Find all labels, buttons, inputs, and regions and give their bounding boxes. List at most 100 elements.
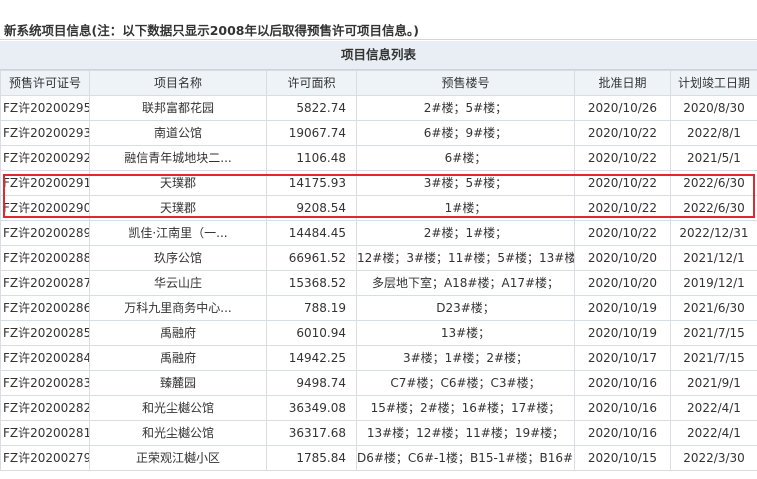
- page-header: 新系统项目信息(注：以下数据只显示2008年以后取得预售许可项目信息。): [0, 0, 757, 40]
- cell-permit-area: 36349.08: [266, 395, 357, 421]
- cell-project-name[interactable]: 正荣观江樾小区: [89, 445, 267, 471]
- cell-completion-date: 2022/8/1: [670, 120, 757, 146]
- cell-approval-date: 2020/10/22: [574, 170, 671, 196]
- cell-approval-date: 2020/10/20: [574, 245, 671, 271]
- cell-approval-date: 2020/10/15: [574, 445, 671, 471]
- table-row[interactable]: FZ许20200290 天璞郡 9208.54 1#楼； 2020/10/22 2022/…: [0, 195, 757, 221]
- table-row[interactable]: FZ许20200293 南道公馆 19067.74 6#楼；9#楼； 2020/10/2…: [0, 120, 757, 146]
- cell-completion-date: 2020/8/30: [670, 95, 757, 121]
- cell-project-name[interactable]: 天璞郡: [89, 195, 267, 221]
- cell-buildings: C7#楼；C6#楼；C3#楼；: [356, 370, 575, 396]
- cell-permit-number[interactable]: FZ许20200295: [0, 95, 90, 121]
- cell-permit-area: 14484.45: [266, 220, 357, 246]
- col-completion-date: 计划竣工日期: [670, 70, 757, 96]
- cell-permit-number[interactable]: FZ许20200287: [0, 270, 90, 296]
- cell-buildings: D23#楼；: [356, 295, 575, 321]
- cell-permit-number[interactable]: FZ许20200284: [0, 345, 90, 371]
- cell-project-name[interactable]: 联邦富都花园: [89, 95, 267, 121]
- cell-project-name[interactable]: 天璞郡: [89, 170, 267, 196]
- table-row[interactable]: FZ许20200281 和光尘樾公馆 36317.68 13#楼；12#楼；11#楼；…: [0, 420, 757, 446]
- cell-buildings: 2#楼；1#楼；: [356, 220, 575, 246]
- cell-project-name[interactable]: 禹融府: [89, 320, 267, 346]
- cell-approval-date: 2020/10/22: [574, 145, 671, 171]
- col-project-name: 项目名称: [89, 70, 267, 96]
- cell-project-name[interactable]: 玖序公馆: [89, 245, 267, 271]
- cell-completion-date: 2021/7/15: [670, 345, 757, 371]
- table-row[interactable]: FZ许20200282 和光尘樾公馆 36349.08 15#楼；2#楼；16#楼；1…: [0, 395, 757, 421]
- cell-permit-number[interactable]: FZ许20200286: [0, 295, 90, 321]
- cell-project-name[interactable]: 融信青年城地块二...: [89, 145, 267, 171]
- pagination-footer: [0, 472, 757, 479]
- cell-permit-number[interactable]: FZ许20200288: [0, 245, 90, 271]
- cell-completion-date: 2022/4/1: [670, 420, 757, 446]
- cell-project-name[interactable]: 万科九里商务中心...: [89, 295, 267, 321]
- cell-project-name[interactable]: 华云山庄: [89, 270, 267, 296]
- cell-permit-number[interactable]: FZ许20200279: [0, 445, 90, 471]
- cell-approval-date: 2020/10/22: [574, 195, 671, 221]
- cell-buildings: 13#楼；: [356, 320, 575, 346]
- cell-buildings: D6#楼；C6#-1楼；B15-1#楼；B16#...: [356, 445, 575, 471]
- cell-approval-date: 2020/10/16: [574, 395, 671, 421]
- cell-buildings: 6#楼；9#楼；: [356, 120, 575, 146]
- cell-completion-date: 2021/7/15: [670, 320, 757, 346]
- cell-project-name[interactable]: 禹融府: [89, 345, 267, 371]
- cell-completion-date: 2019/12/1: [670, 270, 757, 296]
- cell-buildings: 3#楼；1#楼；2#楼；: [356, 345, 575, 371]
- table-row[interactable]: FZ许20200283 臻麓园 9498.74 C7#楼；C6#楼；C3#楼； 2020…: [0, 370, 757, 396]
- cell-completion-date: 2021/12/1: [670, 245, 757, 271]
- col-approval-date: 批准日期: [574, 70, 671, 96]
- table-row[interactable]: FZ许20200288 玖序公馆 66961.52 12#楼；3#楼；11#楼；5#楼…: [0, 245, 757, 271]
- table-row[interactable]: FZ许20200289 凯佳·江南里（一... 14484.45 2#楼；1#楼； 20…: [0, 220, 757, 246]
- table-row[interactable]: FZ许20200284 禹融府 14942.25 3#楼；1#楼；2#楼； 2020/1…: [0, 345, 757, 371]
- cell-completion-date: 2021/6/30: [670, 295, 757, 321]
- cell-project-name[interactable]: 凯佳·江南里（一...: [89, 220, 267, 246]
- cell-approval-date: 2020/10/22: [574, 220, 671, 246]
- table-row[interactable]: FZ许20200291 天璞郡 14175.93 3#楼；5#楼； 2020/10/22…: [0, 170, 757, 196]
- cell-permit-area: 1785.84: [266, 445, 357, 471]
- col-buildings: 预售楼号: [356, 70, 575, 96]
- cell-completion-date: 2021/9/1: [670, 370, 757, 396]
- cell-permit-area: 14175.93: [266, 170, 357, 196]
- cell-approval-date: 2020/10/19: [574, 320, 671, 346]
- col-permit-number: 预售许可证号: [0, 70, 90, 96]
- cell-buildings: 15#楼；2#楼；16#楼；17#楼；: [356, 395, 575, 421]
- page-title: 新系统项目信息(注：以下数据只显示2008年以后取得预售许可项目信息。): [4, 23, 419, 38]
- table-row[interactable]: FZ许20200292 融信青年城地块二... 1106.48 6#楼； 2020/10…: [0, 145, 757, 171]
- table-row[interactable]: FZ许20200295 联邦富都花园 5822.74 2#楼；5#楼； 2020/10/…: [0, 95, 757, 121]
- cell-permit-number[interactable]: FZ许20200282: [0, 395, 90, 421]
- cell-completion-date: 2022/4/1: [670, 395, 757, 421]
- cell-permit-number[interactable]: FZ许20200289: [0, 220, 90, 246]
- cell-permit-number[interactable]: FZ许20200292: [0, 145, 90, 171]
- cell-project-name[interactable]: 南道公馆: [89, 120, 267, 146]
- cell-approval-date: 2020/10/20: [574, 270, 671, 296]
- cell-buildings: 3#楼；5#楼；: [356, 170, 575, 196]
- cell-permit-number[interactable]: FZ许20200283: [0, 370, 90, 396]
- table-row[interactable]: FZ许20200279 正荣观江樾小区 1785.84 D6#楼；C6#-1楼；B15…: [0, 445, 757, 471]
- cell-permit-area: 6010.94: [266, 320, 357, 346]
- cell-approval-date: 2020/10/19: [574, 295, 671, 321]
- cell-permit-number[interactable]: FZ许20200291: [0, 170, 90, 196]
- cell-permit-area: 788.19: [266, 295, 357, 321]
- table-row[interactable]: FZ许20200287 华云山庄 15368.52 多层地下室；A18#楼；A17#楼…: [0, 270, 757, 296]
- cell-completion-date: 2022/6/30: [670, 170, 757, 196]
- cell-buildings: 2#楼；5#楼；: [356, 95, 575, 121]
- cell-permit-number[interactable]: FZ许20200290: [0, 195, 90, 221]
- cell-permit-number[interactable]: FZ许20200293: [0, 120, 90, 146]
- cell-project-name[interactable]: 和光尘樾公馆: [89, 420, 267, 446]
- cell-permit-area: 1106.48: [266, 145, 357, 171]
- cell-buildings: 13#楼；12#楼；11#楼；19#楼；: [356, 420, 575, 446]
- cell-permit-area: 5822.74: [266, 95, 357, 121]
- cell-project-name[interactable]: 臻麓园: [89, 370, 267, 396]
- cell-approval-date: 2020/10/26: [574, 95, 671, 121]
- cell-permit-number[interactable]: FZ许20200285: [0, 320, 90, 346]
- cell-buildings: 12#楼；3#楼；11#楼；5#楼；13#楼...: [356, 245, 575, 271]
- cell-permit-area: 36317.68: [266, 420, 357, 446]
- table-row[interactable]: FZ许20200286 万科九里商务中心... 788.19 D23#楼； 2020/1…: [0, 295, 757, 321]
- cell-permit-number[interactable]: FZ许20200281: [0, 420, 90, 446]
- cell-buildings: 多层地下室；A18#楼；A17#楼；: [356, 270, 575, 296]
- cell-completion-date: 2021/5/1: [670, 145, 757, 171]
- table-row[interactable]: FZ许20200285 禹融府 6010.94 13#楼； 2020/10/19 2021…: [0, 320, 757, 346]
- cell-approval-date: 2020/10/17: [574, 345, 671, 371]
- cell-project-name[interactable]: 和光尘樾公馆: [89, 395, 267, 421]
- cell-permit-area: 9208.54: [266, 195, 357, 221]
